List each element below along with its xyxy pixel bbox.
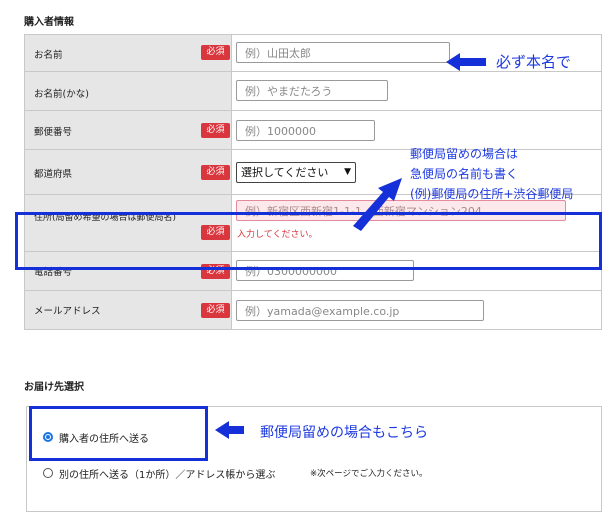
form-row-email: メールアドレス 必須 例）yamada@example.co.jp xyxy=(24,291,602,330)
name-note-annotation: 必ず本名で xyxy=(496,53,572,71)
buyer-section-title: 購入者情報 xyxy=(24,17,74,28)
shipping-option-other-note: ※次ページでご入力ください。 xyxy=(310,469,428,479)
prefecture-label: 都道府県 xyxy=(34,169,73,180)
postal-label: 郵便番号 xyxy=(34,127,73,138)
chevron-down-icon: ▼ xyxy=(344,167,351,177)
kana-input[interactable]: 例）やまだたろう xyxy=(236,80,388,101)
postal-input[interactable]: 例）1000000 xyxy=(236,120,375,141)
shipping-section-title: お届け先選択 xyxy=(24,382,84,393)
post-office-note-line1: 郵便局留めの場合は xyxy=(410,147,519,161)
name-label: お名前 xyxy=(34,50,63,61)
email-label: メールアドレス xyxy=(34,306,101,317)
email-input[interactable]: 例）yamada@example.co.jp xyxy=(236,300,484,321)
required-badge: 必須 xyxy=(201,303,230,318)
radio-unselected-icon[interactable] xyxy=(43,468,53,478)
shipping-note-annotation: 郵便局留めの場合もこちら xyxy=(260,425,428,441)
address-highlight-box xyxy=(15,212,602,270)
prefecture-select[interactable]: 選択してください ▼ xyxy=(236,162,356,183)
shipping-option-buyer-label: 購入者の住所へ送る xyxy=(59,434,149,445)
required-badge: 必須 xyxy=(201,165,230,180)
post-office-note-line2: 急便局の名前も書く xyxy=(410,167,519,181)
post-office-note-line3: (例)郵便局の住所+渋谷郵便局 xyxy=(410,187,574,201)
buyer-form-table: お名前 必須 例）山田太郎 お名前(かな) 例）やまだたろう 郵便番号 必須 例… xyxy=(24,34,602,330)
shipping-option-other-label: 別の住所へ送る（1か所）／アドレス帳から選ぶ xyxy=(59,470,276,481)
required-badge: 必須 xyxy=(201,45,230,60)
required-badge: 必須 xyxy=(201,123,230,138)
kana-label: お名前(かな) xyxy=(34,89,89,100)
form-row-kana: お名前(かな) 例）やまだたろう xyxy=(24,72,602,111)
radio-selected-icon[interactable] xyxy=(43,432,53,442)
name-input[interactable]: 例）山田太郎 xyxy=(236,42,450,63)
